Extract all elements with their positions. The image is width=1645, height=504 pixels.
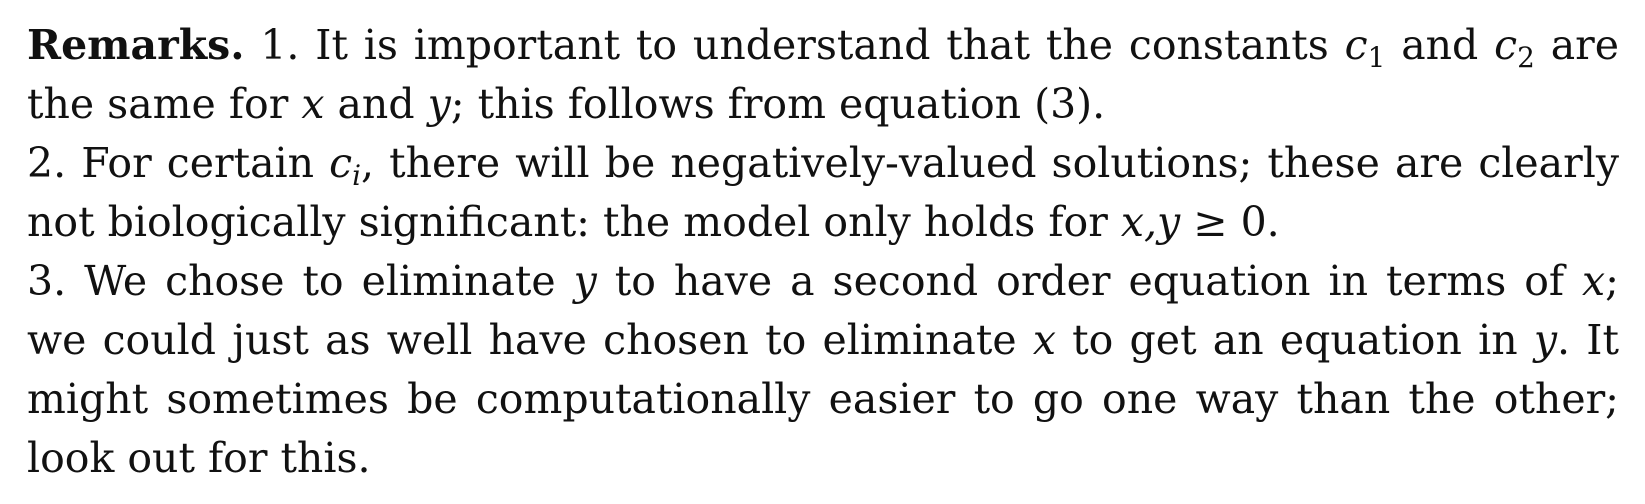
remarks-line-3: 2. For certain ci, there will be negativ… — [27, 139, 1619, 192]
constant-ci: ci — [329, 139, 362, 192]
remarks-heading: Remarks. — [27, 21, 245, 69]
constant-c1: c1 — [1344, 21, 1386, 74]
variable-x: x — [301, 80, 325, 128]
constant-c2: c2 — [1494, 21, 1535, 74]
document-page: Remarks. 1. It is important to understan… — [0, 0, 1645, 504]
remarks-line-1-text-b: and — [1385, 21, 1495, 69]
remarks-line-8: look out for this. — [27, 434, 371, 482]
remarks-line-4: not biologically significant: the model … — [27, 198, 1280, 246]
variable-x: x — [1032, 316, 1056, 364]
remarks-line-7: might sometimes be computationally easie… — [27, 375, 1619, 423]
remarks-line-6: we could just as well have chosen to eli… — [27, 316, 1619, 364]
variable-y: y — [573, 257, 597, 305]
remarks-line-1: Remarks. 1. It is important to understan… — [27, 16, 1619, 75]
remarks-line-2: the same for x and y; this follows from … — [27, 80, 1106, 128]
variable-y: y — [1533, 316, 1558, 364]
remarks-paragraph: Remarks. 1. It is important to understan… — [27, 16, 1619, 488]
remarks-line-1-text-a: 1. It is important to understand that th… — [260, 21, 1345, 69]
variable-x: x — [1582, 257, 1606, 305]
variables-xy: x,y — [1120, 198, 1181, 246]
remarks-line-1-text-d: are — [1534, 21, 1619, 69]
remarks-line-5: 3. We chose to eliminate y to have a sec… — [27, 257, 1619, 305]
variable-y: y — [427, 80, 451, 128]
